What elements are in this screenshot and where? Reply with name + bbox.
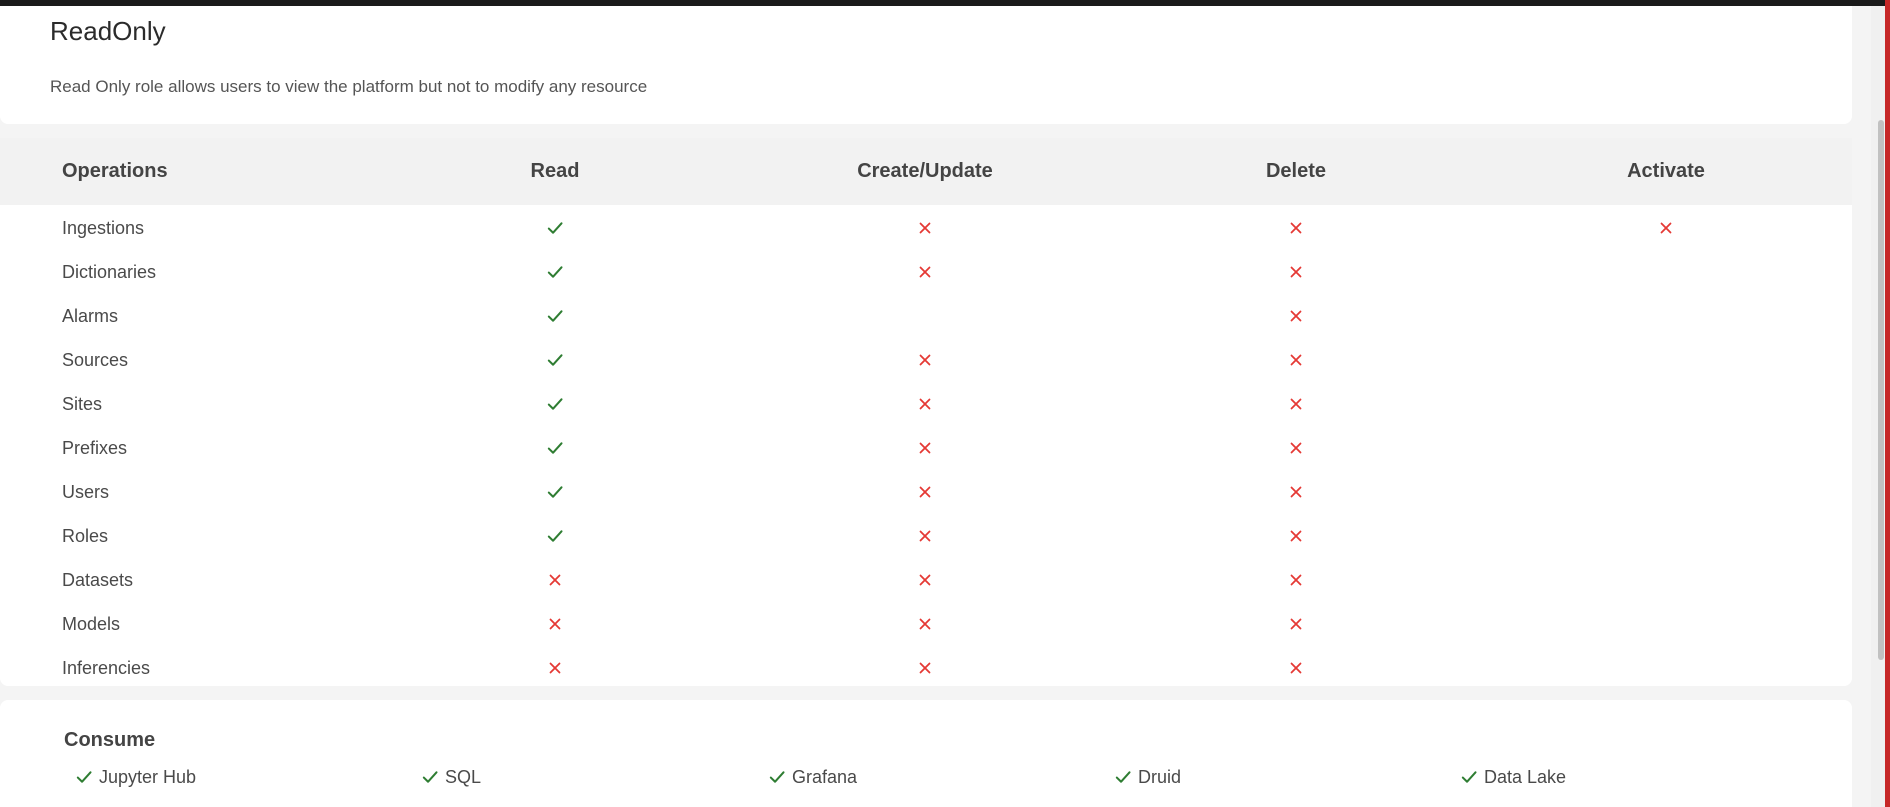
table-row: Roles — [0, 514, 1852, 558]
table-row: Prefixes — [0, 426, 1852, 470]
consume-title: Consume — [64, 729, 156, 751]
check-icon — [535, 426, 575, 470]
check-icon — [1460, 768, 1478, 786]
cross-icon — [1276, 602, 1316, 646]
cross-icon — [905, 382, 945, 426]
table-row: Users — [0, 470, 1852, 514]
permissions-table: Operations Read Create/Update Delete Act… — [0, 138, 1852, 686]
table-row: Sites — [0, 382, 1852, 426]
check-icon — [421, 768, 439, 786]
consume-item: Jupyter Hub — [75, 762, 196, 792]
cross-icon — [1276, 470, 1316, 514]
check-icon — [535, 338, 575, 382]
operation-label: Ingestions — [62, 218, 145, 238]
cross-icon — [905, 602, 945, 646]
check-icon — [768, 768, 786, 786]
cross-icon — [1276, 294, 1316, 338]
check-icon — [535, 514, 575, 558]
consume-item: Data Lake — [1460, 762, 1566, 792]
operation-label: Datasets — [62, 570, 134, 590]
cross-icon — [1276, 514, 1316, 558]
table-row: Sources — [0, 338, 1852, 382]
cross-icon — [535, 602, 575, 646]
check-icon — [535, 250, 575, 294]
operation-label: Dictionaries — [62, 262, 157, 282]
cross-icon — [905, 646, 945, 690]
consume-item: SQL — [421, 762, 481, 792]
header-delete: Delete — [1265, 160, 1327, 182]
consume-card: Consume Jupyter Hub SQL Grafana Druid Data L… — [0, 700, 1852, 807]
header-read: Read — [530, 160, 580, 182]
operation-label: Sources — [62, 350, 129, 370]
check-icon — [535, 470, 575, 514]
check-icon — [75, 768, 93, 786]
cross-icon — [535, 646, 575, 690]
cross-icon — [1276, 558, 1316, 602]
cross-icon — [1276, 382, 1316, 426]
role-title: ReadOnly — [50, 16, 166, 46]
consume-item-label: Data Lake — [1484, 766, 1567, 787]
operation-label: Roles — [62, 526, 109, 546]
table-row: Dictionaries — [0, 250, 1852, 294]
cross-icon — [1276, 646, 1316, 690]
cross-icon — [905, 426, 945, 470]
check-icon — [535, 206, 575, 250]
cross-icon — [905, 470, 945, 514]
cross-icon — [1276, 426, 1316, 470]
operation-label: Prefixes — [62, 438, 128, 458]
consume-item-label: SQL — [445, 766, 482, 787]
check-icon — [535, 382, 575, 426]
consume-item: Grafana — [768, 762, 857, 792]
operation-label: Users — [62, 482, 110, 502]
role-description: Read Only role allows users to view the … — [50, 77, 648, 96]
cross-icon — [1646, 206, 1686, 250]
cross-icon — [1276, 206, 1316, 250]
table-row: Inferencies — [0, 646, 1852, 690]
cross-icon — [905, 558, 945, 602]
header-activate: Activate — [1627, 160, 1705, 182]
table-row: Ingestions — [0, 206, 1852, 250]
check-icon — [535, 294, 575, 338]
header-operations: Operations — [62, 160, 168, 182]
header-create-update: Create/Update — [857, 160, 993, 182]
cross-icon — [905, 250, 945, 294]
check-icon — [1114, 768, 1132, 786]
cross-icon — [905, 514, 945, 558]
table-row: Alarms — [0, 294, 1852, 338]
consume-item: Druid — [1114, 762, 1181, 792]
cross-icon — [535, 558, 575, 602]
role-card: ReadOnly Read Only role allows users to … — [0, 6, 1852, 124]
operation-label: Alarms — [62, 306, 119, 326]
cross-icon — [905, 206, 945, 250]
cross-icon — [1276, 250, 1316, 294]
table-row: Datasets — [0, 558, 1852, 602]
window-edge — [1885, 0, 1890, 807]
scrollbar-thumb[interactable] — [1878, 120, 1884, 660]
operation-label: Models — [62, 614, 121, 634]
operation-label: Sites — [62, 394, 103, 414]
table-header: Operations Read Create/Update Delete Act… — [0, 138, 1852, 205]
cross-icon — [905, 338, 945, 382]
operation-label: Inferencies — [62, 658, 151, 678]
consume-item-label: Grafana — [792, 766, 858, 787]
table-row: Models — [0, 602, 1852, 646]
consume-item-label: Druid — [1138, 766, 1182, 787]
cross-icon — [1276, 338, 1316, 382]
consume-item-label: Jupyter Hub — [99, 766, 197, 787]
